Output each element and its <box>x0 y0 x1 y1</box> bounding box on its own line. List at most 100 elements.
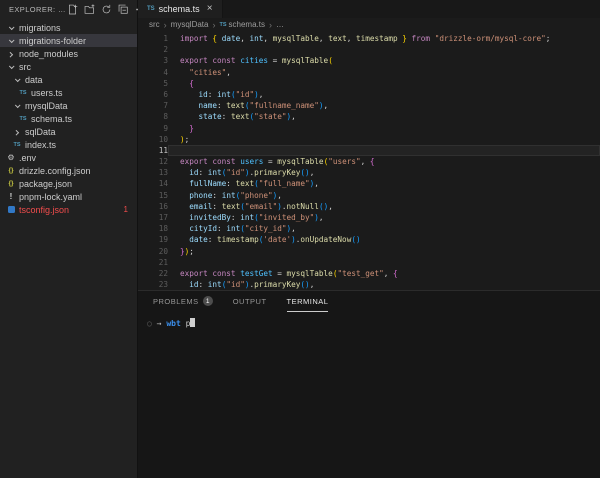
code-line-16: 16 email: text("email").notNull(), <box>138 201 600 212</box>
tree-item-label: node_modules <box>19 49 78 59</box>
code-text: fullName: text("full_name"), <box>168 178 600 189</box>
code-line-1: 1import { date, int, mysqlTable, text, t… <box>138 33 600 44</box>
line-number: 16 <box>138 201 168 212</box>
code-line-23: 23 id: int("id").primaryKey(), <box>138 279 600 290</box>
tree-item-label: pnpm-lock.yaml <box>19 192 82 202</box>
tree-item-label: drizzle.config.json <box>19 166 91 176</box>
ts-file-icon: TS <box>17 90 29 96</box>
code-text: id: int("id").primaryKey(), <box>168 167 600 178</box>
tree-item-sqldata[interactable]: sqlData <box>0 125 137 138</box>
code-line-15: 15 phone: int("phone"), <box>138 190 600 201</box>
code-line-14: 14 fullName: text("full_name"), <box>138 178 600 189</box>
line-number: 2 <box>138 44 168 55</box>
new-folder-icon[interactable] <box>83 3 96 16</box>
panel-tab-terminal[interactable]: TERMINAL <box>287 291 329 312</box>
chevron-down-icon <box>5 26 17 30</box>
tree-item-package-json[interactable]: {}package.json <box>0 177 137 190</box>
tree-item-index-ts[interactable]: TSindex.ts <box>0 138 137 151</box>
code-text: { <box>168 78 600 89</box>
code-line-4: 4 "cities", <box>138 67 600 78</box>
tree-item-schema-ts[interactable]: TSschema.ts <box>0 112 137 125</box>
code-text <box>168 44 600 55</box>
editor-tab-bar: TS schema.ts × <box>138 0 600 18</box>
tab-label: schema.ts <box>159 4 200 14</box>
line-number: 5 <box>138 78 168 89</box>
line-number: 6 <box>138 89 168 100</box>
panel-tab-problems[interactable]: PROBLEMS1 <box>153 291 213 312</box>
tree-item-label: migrations <box>19 23 61 33</box>
tree-item-drizzle-config-json[interactable]: {}drizzle.config.json <box>0 164 137 177</box>
explorer-title: EXPLORER: … <box>9 5 66 14</box>
tree-item-tsconfig-json[interactable]: tsconfig.json1 <box>0 203 137 216</box>
code-text <box>168 145 600 156</box>
code-text: name: text("fullname_name"), <box>168 100 600 111</box>
code-line-21: 21 <box>138 257 600 268</box>
breadcrumb-item-[interactable]: … <box>276 20 284 29</box>
code-line-20: 20}); <box>138 246 600 257</box>
code-area[interactable]: 1import { date, int, mysqlTable, text, t… <box>138 31 600 290</box>
tsconfig-file-icon <box>5 206 17 213</box>
tree-item-migrations[interactable]: migrations <box>0 21 137 34</box>
code-line-22: 22export const testGet = mysqlTable("tes… <box>138 268 600 279</box>
terminal[interactable]: ○ → wbt p <box>138 312 600 478</box>
line-number: 18 <box>138 223 168 234</box>
breadcrumb-separator-icon: › <box>212 20 215 30</box>
editor-group: TS schema.ts × src›mysqlData›TSschema.ts… <box>138 0 600 478</box>
code-text: ); <box>168 134 600 145</box>
chevron-right-icon <box>11 130 23 134</box>
code-text: cityId: int("city_id"), <box>168 223 600 234</box>
line-number: 23 <box>138 279 168 290</box>
breadcrumb-item-schema-ts[interactable]: TSschema.ts <box>219 20 265 29</box>
tree-item-users-ts[interactable]: TSusers.ts <box>0 86 137 99</box>
line-number: 14 <box>138 178 168 189</box>
tree-item-data[interactable]: data <box>0 73 137 86</box>
code-text: }); <box>168 246 600 257</box>
breadcrumb-item-src[interactable]: src <box>149 20 160 29</box>
collapse-folders-icon[interactable] <box>117 3 130 16</box>
code-line-6: 6 id: int("id"), <box>138 89 600 100</box>
tree-item-mysqldata[interactable]: mysqlData <box>0 99 137 112</box>
problems-count-badge: 1 <box>203 296 213 306</box>
code-text <box>168 257 600 268</box>
tab-close-icon[interactable]: × <box>207 4 213 14</box>
tree-item-label: data <box>25 75 43 85</box>
chevron-down-icon <box>11 78 23 82</box>
bottom-panel: PROBLEMS1 OUTPUT TERMINAL ○ → wbt p <box>138 290 600 478</box>
breadcrumb: src›mysqlData›TSschema.ts›… <box>138 18 600 31</box>
code-line-17: 17 invitedBy: int("invited_by"), <box>138 212 600 223</box>
line-number: 8 <box>138 111 168 122</box>
panel-tab-output[interactable]: OUTPUT <box>233 291 267 312</box>
refresh-explorer-icon[interactable] <box>100 3 113 16</box>
tree-item-pnpm-lock-yaml[interactable]: !pnpm-lock.yaml <box>0 190 137 203</box>
line-number: 4 <box>138 67 168 78</box>
tree-item-node-modules[interactable]: node_modules <box>0 47 137 60</box>
code-text: invitedBy: int("invited_by"), <box>168 212 600 223</box>
breadcrumb-separator-icon: › <box>164 20 167 30</box>
panel-tabs: PROBLEMS1 OUTPUT TERMINAL <box>138 291 600 312</box>
tree-item-label: tsconfig.json <box>19 205 69 215</box>
tree-item-migrations-folder[interactable]: migrations-folder <box>0 34 137 47</box>
line-number: 20 <box>138 246 168 257</box>
code-text: import { date, int, mysqlTable, text, ti… <box>168 33 600 44</box>
tree-item-env[interactable]: ⚙.env <box>0 151 137 164</box>
explorer-sidebar: EXPLORER: … migrations migrations-folder n… <box>0 0 138 478</box>
tree-item-src[interactable]: src <box>0 60 137 73</box>
new-file-icon[interactable] <box>66 3 79 16</box>
line-number: 15 <box>138 190 168 201</box>
code-text: state: text("state"), <box>168 111 600 122</box>
line-number: 13 <box>138 167 168 178</box>
code-line-3: 3export const cities = mysqlTable( <box>138 55 600 66</box>
code-line-19: 19 date: timestamp('date').onUpdateNow() <box>138 234 600 245</box>
code-line-8: 8 state: text("state"), <box>138 111 600 122</box>
tab-schema-ts[interactable]: TS schema.ts × <box>138 0 223 18</box>
code-text: export const testGet = mysqlTable("test_… <box>168 268 600 279</box>
tree-item-label: src <box>19 62 31 72</box>
yaml-file-icon: ! <box>5 192 17 201</box>
code-line-2: 2 <box>138 44 600 55</box>
line-number: 12 <box>138 156 168 167</box>
chevron-right-icon <box>5 52 17 56</box>
tree-item-label: migrations-folder <box>19 36 86 46</box>
code-text: date: timestamp('date').onUpdateNow() <box>168 234 600 245</box>
code-line-9: 9 } <box>138 123 600 134</box>
breadcrumb-item-mysqldata[interactable]: mysqlData <box>171 20 209 29</box>
